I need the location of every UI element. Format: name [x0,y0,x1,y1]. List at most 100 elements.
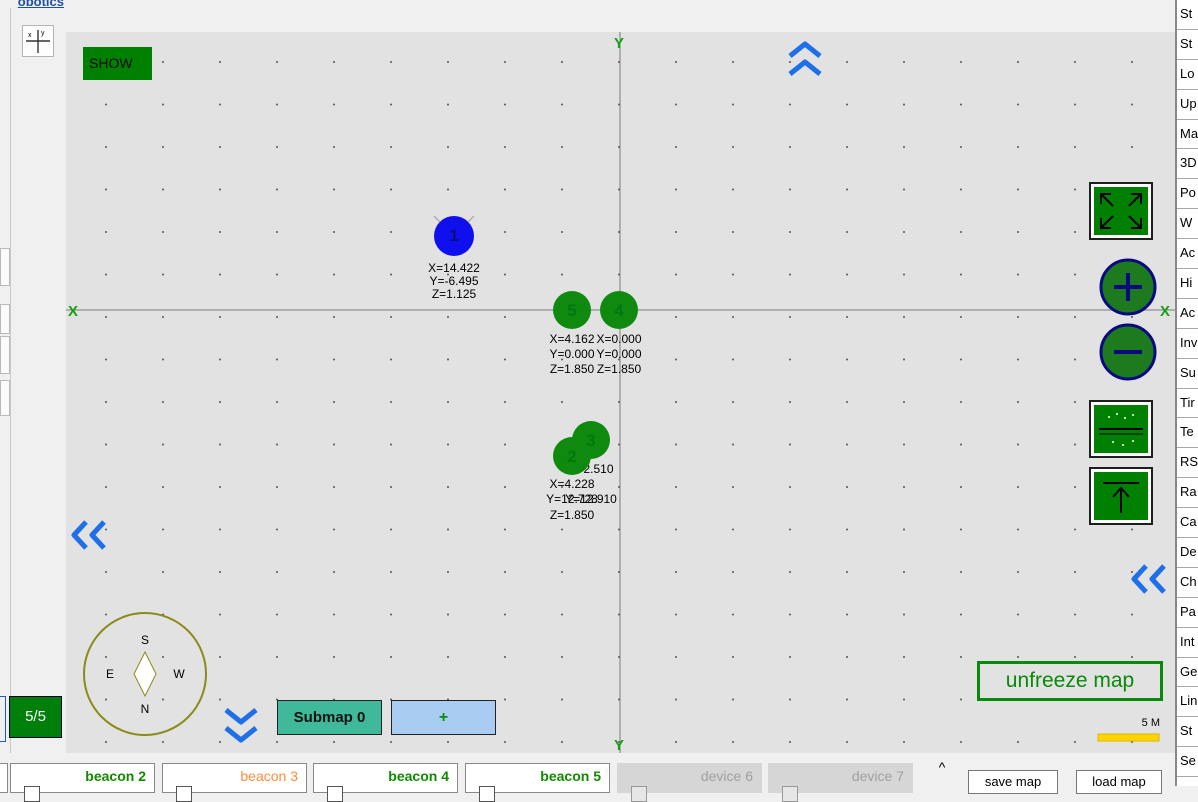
menu-item[interactable]: Lo [1177,60,1198,90]
menu-item[interactable]: Ch [1177,568,1198,598]
beacon-tab[interactable]: beacon 2 [10,763,155,802]
grid-dot [390,273,392,276]
zoom-in-button[interactable] [1099,258,1157,316]
zoom-out-button[interactable] [1099,323,1157,381]
menu-item[interactable]: St [1177,0,1198,30]
grid-dot [960,528,962,531]
grid-dot [1017,486,1019,488]
menu-item[interactable]: Int [1177,628,1198,658]
scroll-up-chevron-icon[interactable] [788,41,822,76]
submap-button[interactable]: Submap 0 [277,700,382,735]
menu-item[interactable]: St [1177,717,1198,748]
beacon-marker[interactable]: 2 [553,437,591,475]
beacon-marker[interactable]: 1 [433,215,475,256]
beacon-tab[interactable]: beacon 3 [162,763,307,802]
grid-dot [732,698,734,701]
menu-item[interactable]: Ac [1177,299,1198,329]
beacon-marker[interactable]: 5 [553,291,591,329]
menu-item[interactable]: Tir [1177,389,1198,419]
beacon-tab-checkbox[interactable] [479,786,495,802]
beacon-tab-checkbox[interactable] [176,786,192,802]
menu-item[interactable]: Pa [1177,598,1198,628]
beacon-tab-label: beacon 2 [85,768,146,784]
beacon-tab-label: beacon 5 [540,768,601,784]
beacon-tab-partial[interactable] [0,763,8,793]
grid-dot [789,401,791,403]
beacon-tab[interactable]: beacon 4 [313,763,458,802]
beacon-tab[interactable]: beacon 5 [465,763,610,802]
grid-dot [219,188,221,191]
grid-dot [789,316,791,318]
grid-dot [105,358,107,361]
save-map-button[interactable]: save map [968,770,1058,794]
grid-dot [219,571,221,573]
axes-toggle-button[interactable]: x y [22,25,54,57]
menu-item[interactable]: RS [1177,448,1198,479]
scroll-up-arrow-icon[interactable]: ^ [933,759,951,777]
grid-dot [1074,401,1076,403]
brand-link[interactable]: obotics [0,0,64,9]
grid-dot [789,273,791,276]
menu-item[interactable]: Up [1177,90,1198,120]
grid-dot [105,231,107,233]
menu-item[interactable]: Lin [1177,687,1198,718]
beacon-tab-checkbox[interactable] [24,786,40,802]
grid-dot [903,613,905,616]
grid-dot [1017,103,1019,106]
unfreeze-map-button[interactable]: unfreeze map [977,661,1163,701]
grid-dot [789,741,791,743]
left-panel-field[interactable] [0,336,10,374]
load-map-button[interactable]: load map [1076,770,1162,794]
scroll-right-chevron-icon[interactable] [1131,564,1166,594]
align-top-button[interactable] [1089,467,1153,525]
grid-dot [846,188,848,191]
scroll-down-chevron-icon[interactable] [224,708,258,743]
device-tab-checkbox [782,786,798,802]
menu-item[interactable]: Ca [1177,508,1198,539]
menu-item[interactable]: Su [1177,359,1198,389]
menu-item[interactable]: Po [1177,179,1198,210]
menu-item[interactable]: Ma [1177,120,1198,150]
grid-dot [1017,741,1019,743]
menu-item[interactable]: Se [1177,747,1198,778]
menu-item[interactable]: Te [1177,418,1198,449]
grid-dot [1131,61,1133,63]
left-panel-field[interactable] [0,248,10,286]
grid-dot [675,273,677,276]
grid-dot [561,698,563,701]
show-button[interactable]: SHOW [83,47,152,80]
left-panel-field[interactable] [0,380,10,416]
menu-item[interactable]: De [1177,538,1198,568]
device-tab-label: device 7 [851,768,904,784]
grid-dot [219,613,221,616]
left-panel-field[interactable] [0,304,10,334]
map-canvas[interactable]: 1 X=14.422 Y=-6.495 Z=1.125 5 X=4.162 Y=… [66,32,1175,753]
grid-dot [960,613,962,616]
grid-dot [903,443,905,446]
grid-dot [390,358,392,361]
menu-item[interactable]: W [1177,209,1198,240]
menu-item[interactable]: St [1177,30,1198,60]
menu-item[interactable]: Ra [1177,478,1198,509]
grid-dot [504,741,506,743]
grid-dot [903,103,905,106]
grid-dot [675,358,677,361]
fit-map-button[interactable] [1089,182,1153,240]
beacon-tab-checkbox[interactable] [327,786,343,802]
scroll-left-chevron-icon[interactable] [71,520,106,550]
menu-item[interactable]: Inv [1177,329,1198,359]
menu-item[interactable]: Ac [1177,239,1198,270]
add-submap-button[interactable]: + [391,700,496,735]
beacon-id: 2 [567,447,576,466]
menu-item[interactable]: Ge [1177,658,1198,688]
grid-dot [333,443,335,446]
grid-dot [675,401,677,403]
y-axis-label: Y [614,35,624,52]
menu-item[interactable]: Hi [1177,269,1198,299]
menu-item[interactable]: 3D [1177,149,1198,180]
grid-dot [561,528,563,531]
grid-dot [276,188,278,191]
beacon-marker[interactable]: 4 [600,291,638,329]
grid-toggle-button[interactable] [1089,400,1153,458]
grid-dot [390,443,392,446]
